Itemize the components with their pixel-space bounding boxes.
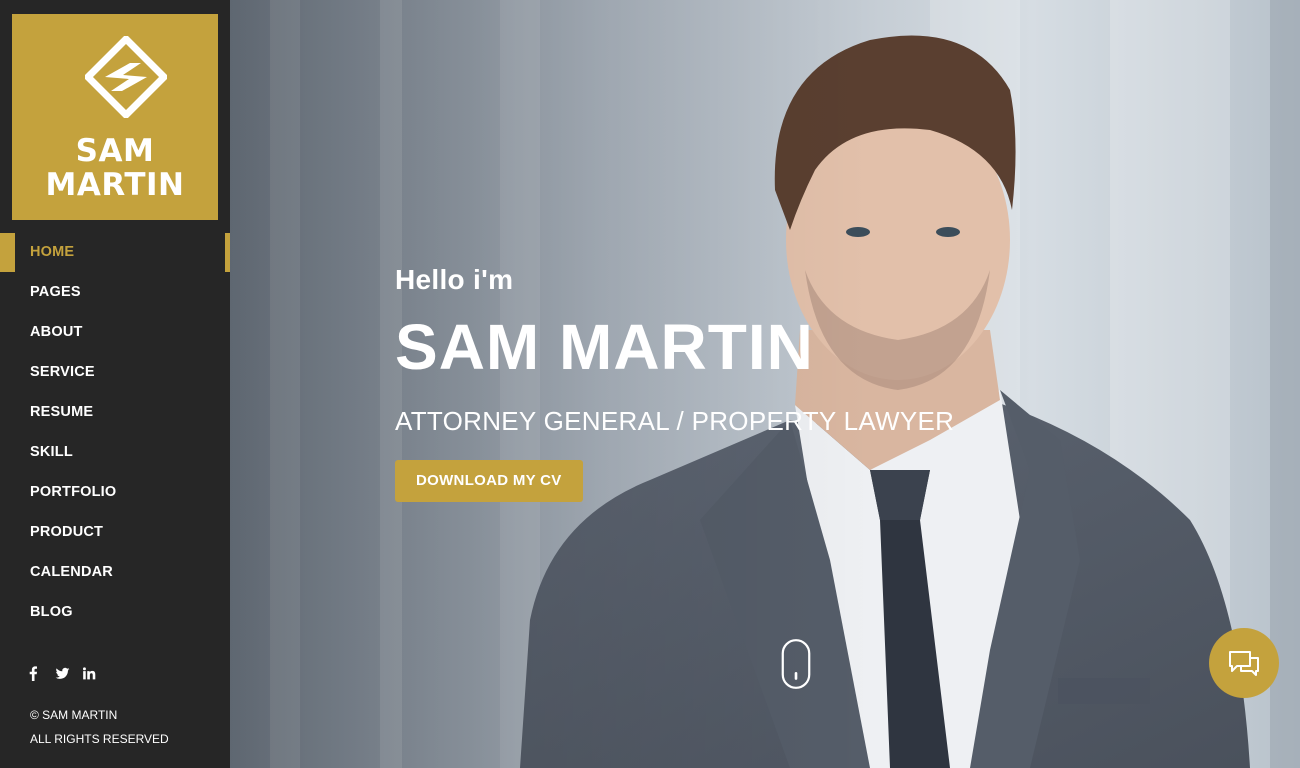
nav-item-product[interactable]: PRODUCT	[0, 512, 230, 552]
hero-name: SAM MARTIN	[395, 311, 814, 383]
chat-bubbles-icon	[1229, 651, 1259, 676]
logo[interactable]: SAM MARTIN	[12, 14, 218, 220]
brand-name-line2: MARTIN	[45, 167, 185, 203]
hero-greeting: Hello i'm	[395, 264, 514, 295]
nav-item-about[interactable]: ABOUT	[0, 312, 230, 352]
nav-item-resume[interactable]: RESUME	[0, 392, 230, 432]
hero-role: ATTORNEY GENERAL / PROPERTY LAWYER	[395, 406, 955, 436]
nav-item-blog[interactable]: BLOG	[0, 592, 230, 632]
hero-text: Hello i'm SAM MARTIN ATTORNEY GENERAL / …	[395, 262, 954, 502]
mouse-scroll-icon[interactable]	[781, 636, 811, 692]
brand-name-line1: SAM	[75, 133, 155, 169]
nav-item-service[interactable]: SERVICE	[0, 352, 230, 392]
sidebar: SAM MARTIN HOME PAGES ABOUT SERVICE RESU…	[0, 0, 230, 768]
nav-item-home[interactable]: HOME	[0, 232, 230, 272]
main-nav: HOME PAGES ABOUT SERVICE RESUME SKILL PO…	[0, 232, 230, 632]
copyright-text: © SAM MARTIN	[30, 708, 118, 722]
twitter-icon[interactable]	[55, 666, 70, 684]
linkedin-icon[interactable]	[82, 666, 97, 684]
nav-item-calendar[interactable]: CALENDAR	[0, 552, 230, 592]
page: SAM MARTIN HOME PAGES ABOUT SERVICE RESU…	[0, 0, 1300, 768]
copyright: © SAM MARTIN ALL RIGHTS RESERVED	[30, 703, 169, 751]
chat-button[interactable]	[1209, 628, 1279, 698]
nav-item-portfolio[interactable]: PORTFOLIO	[0, 472, 230, 512]
diamond-lightning-icon	[85, 36, 167, 118]
social-links	[28, 666, 97, 684]
nav-item-pages[interactable]: PAGES	[0, 272, 230, 312]
brand-name: SAM MARTIN	[12, 134, 218, 202]
download-cv-button[interactable]: DOWNLOAD MY CV	[395, 460, 583, 502]
rights-text: ALL RIGHTS RESERVED	[30, 732, 169, 746]
hero-section: Hello i'm SAM MARTIN ATTORNEY GENERAL / …	[230, 0, 1300, 768]
facebook-icon[interactable]	[28, 666, 43, 684]
nav-item-skill[interactable]: SKILL	[0, 432, 230, 472]
